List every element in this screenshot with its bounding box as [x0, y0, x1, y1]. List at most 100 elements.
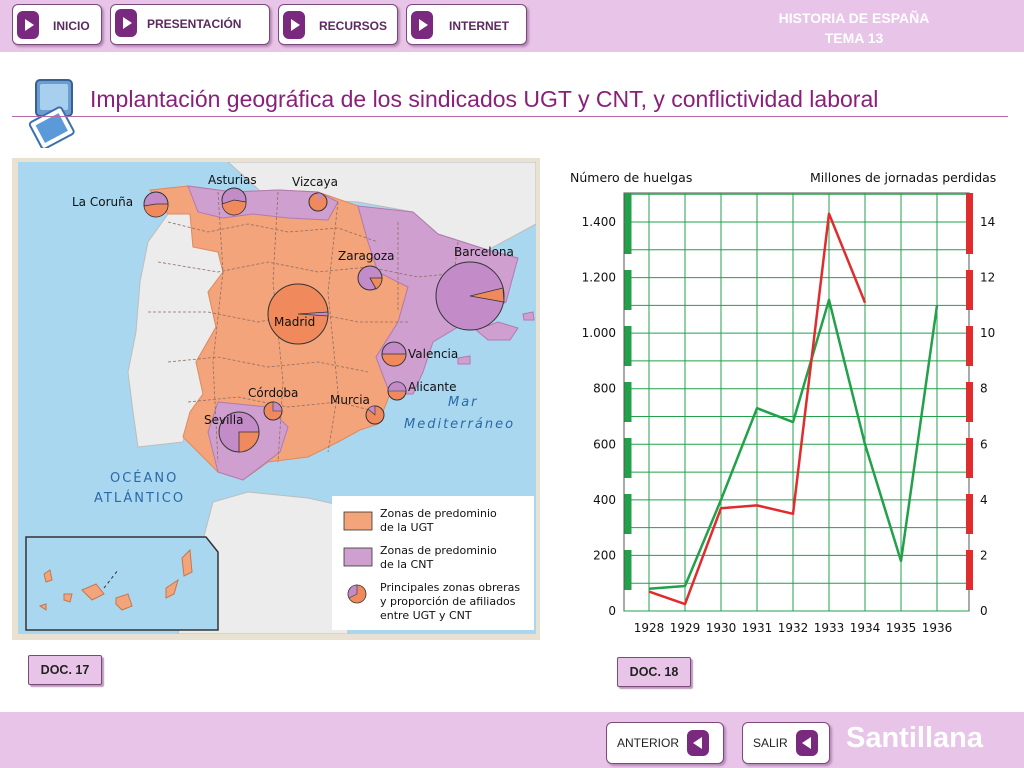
x-tick-label: 1932: [778, 621, 809, 635]
pie-valencia: [381, 341, 407, 367]
left-axis-bar: [624, 382, 632, 422]
legend-cnt-line1: Zonas de predominio: [380, 544, 497, 557]
left-tick-label: 1.200: [582, 271, 616, 285]
legend-cnt-line2: de la CNT: [380, 558, 433, 571]
x-tick-label: 1936: [922, 621, 953, 635]
previous-button[interactable]: ANTERIOR: [606, 722, 724, 764]
play-arrow-icon: [17, 10, 39, 39]
place-label: Asturias: [208, 173, 257, 187]
play-arrow-icon: [283, 10, 305, 39]
page-title: Implantación geográfica de los sindicado…: [90, 86, 879, 112]
place-label: Córdoba: [248, 386, 298, 400]
right-tick-label: 10: [980, 326, 995, 340]
exit-label: SALIR: [753, 736, 788, 750]
right-axis-bar: [966, 550, 973, 590]
left-axis-bar: [624, 550, 632, 590]
title-divider: [12, 116, 1008, 117]
back-arrow-icon: [795, 730, 818, 756]
course-corner-label: HISTORIA DE ESPAÑA TEMA 13: [744, 8, 964, 48]
left-axis-bar: [624, 270, 632, 310]
pie-asturias: [221, 187, 247, 216]
left-tick-label: 400: [593, 493, 616, 507]
right-tick-label: 12: [980, 271, 995, 285]
left-tick-label: 600: [593, 437, 616, 451]
left-tick-label: 200: [593, 548, 616, 562]
nav-label-recursos: RECURSOS: [319, 18, 388, 33]
place-label: Alicante: [408, 380, 457, 394]
x-tick-label: 1930: [706, 621, 737, 635]
previous-label: ANTERIOR: [617, 736, 680, 750]
legend-cnt-swatch: [343, 547, 373, 567]
nav-button-inicio[interactable]: INICIO: [12, 4, 102, 45]
left-axis-bar: [624, 438, 632, 478]
place-label: Vizcaya: [292, 175, 338, 189]
exit-button[interactable]: SALIR: [742, 722, 830, 764]
chart-left-axis-label: Número de huelgas: [570, 170, 692, 185]
pie-zaragoza: [357, 265, 383, 291]
nav-button-internet[interactable]: INTERNET: [406, 4, 527, 45]
pie-la-coruna: [143, 191, 169, 218]
left-axis-bar: [624, 326, 632, 366]
pie-madrid: [267, 283, 329, 345]
place-label: Barcelona: [454, 245, 514, 259]
ocean-label-2: ATLÁNTICO: [94, 490, 185, 506]
slides-icon: [28, 79, 75, 148]
sea-label-mar: Mar: [448, 395, 479, 410]
pie-barcelona: [435, 261, 505, 331]
nav-label-presentacion: PRESENTACIÓN: [147, 17, 242, 31]
ocean-label-1: OCÉANO: [110, 470, 178, 486]
right-tick-label: 6: [980, 437, 988, 451]
brand-logo-text: Santillana: [846, 722, 983, 754]
strikes-chart: Número de huelgas Millones de jornadas p…: [570, 170, 996, 635]
play-arrow-icon: [115, 9, 137, 37]
spain-union-map: Zonas de predominio de la UGT Zonas de p…: [18, 162, 536, 634]
pie-cordoba: [263, 401, 283, 421]
place-label: Zaragoza: [338, 249, 394, 263]
pie-murcia: [365, 405, 385, 425]
left-axis-bar: [624, 494, 632, 534]
chart-right-axis-label: Millones de jornadas perdidas: [810, 170, 996, 185]
left-tick-label: 800: [593, 382, 616, 396]
place-label: Murcia: [330, 393, 370, 407]
left-axis-bar: [624, 193, 632, 254]
plot-area: [623, 192, 970, 612]
doc18-label: DOC. 18: [617, 657, 691, 687]
right-tick-label: 0: [980, 604, 988, 618]
nav-label-inicio: INICIO: [53, 18, 90, 33]
back-arrow-icon: [687, 730, 710, 756]
right-tick-label: 2: [980, 548, 988, 562]
right-axis-bar: [966, 193, 973, 254]
nav-label-internet: INTERNET: [449, 18, 509, 33]
right-tick-label: 4: [980, 493, 988, 507]
nav-button-recursos[interactable]: RECURSOS: [278, 4, 398, 45]
play-arrow-icon: [411, 10, 433, 39]
legend-ugt-line1: Zonas de predominio: [380, 507, 497, 520]
x-tick-label: 1929: [670, 621, 701, 635]
nav-button-presentacion[interactable]: PRESENTACIÓN: [110, 4, 270, 45]
legend-workers-line3: entre UGT y CNT: [380, 609, 472, 622]
x-tick-label: 1933: [814, 621, 845, 635]
course-unit: TEMA 13: [824, 30, 884, 46]
right-tick-label: 8: [980, 382, 988, 396]
right-axis-bar: [966, 382, 973, 422]
legend-ugt-line2: de la UGT: [380, 521, 434, 534]
pie-alicante: [387, 381, 407, 401]
legend-ugt-swatch: [343, 511, 373, 531]
x-tick-label: 1928: [634, 621, 665, 635]
x-tick-label: 1931: [742, 621, 773, 635]
legend-workers-line2: y proporción de afiliados: [380, 595, 516, 608]
doc17-label: DOC. 17: [28, 655, 102, 685]
right-axis-bar: [966, 326, 973, 366]
right-tick-label: 14: [980, 215, 995, 229]
left-tick-label: 1.000: [582, 326, 616, 340]
x-tick-label: 1935: [886, 621, 917, 635]
legend-workers-line1: Principales zonas obreras: [380, 581, 520, 594]
course-subject: HISTORIA DE ESPAÑA: [778, 10, 930, 26]
place-label: Valencia: [408, 347, 458, 361]
x-tick-label: 1934: [850, 621, 881, 635]
right-axis-bar: [966, 270, 973, 310]
place-label: La Coruña: [72, 195, 133, 209]
right-axis-bar: [966, 494, 973, 534]
pie-vizcaya: [308, 192, 328, 212]
sea-label-mediterraneo: Mediterráneo: [404, 417, 515, 432]
